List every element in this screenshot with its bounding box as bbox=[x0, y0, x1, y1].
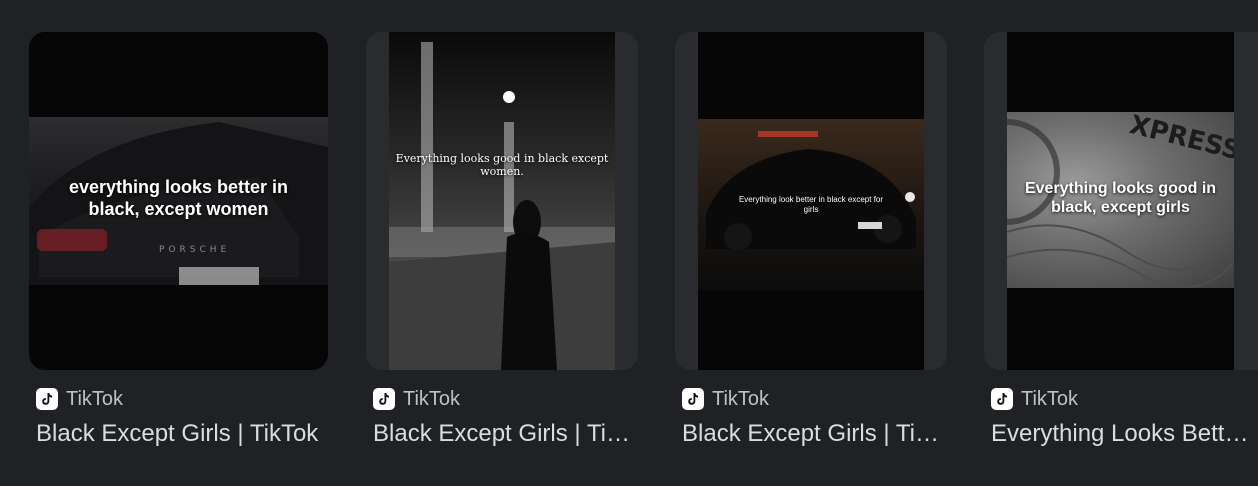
thumbnail-caption-3: Everything look better in black except f… bbox=[738, 195, 884, 214]
tiktok-icon bbox=[373, 388, 395, 410]
source-row-3: TikTok bbox=[682, 388, 769, 410]
source-row-1: TikTok bbox=[36, 388, 123, 410]
tiktok-icon bbox=[682, 388, 704, 410]
result-title-3[interactable]: Black Except Girls | TikTok bbox=[682, 420, 947, 448]
result-thumbnail-2[interactable]: Everything looks good in black except wo… bbox=[366, 32, 638, 370]
result-title-2[interactable]: Black Except Girls | TikTok bbox=[373, 420, 638, 448]
result-thumbnail-4[interactable]: XPRESS Everything looks good in black, e… bbox=[984, 32, 1258, 370]
result-thumbnail-1[interactable]: PORSCHE everything looks better in black… bbox=[29, 32, 328, 370]
thumbnail-caption-2: Everything looks good in black except wo… bbox=[395, 152, 609, 179]
thumbnail-caption-4: Everything looks good in black, except g… bbox=[1024, 180, 1217, 217]
source-name: TikTok bbox=[1021, 387, 1079, 410]
svg-text:PORSCHE: PORSCHE bbox=[159, 245, 230, 255]
thumbnail-caption-1: everything looks better in black, except… bbox=[68, 177, 289, 219]
result-card-4[interactable]: XPRESS Everything looks good in black, e… bbox=[984, 32, 1258, 447]
result-card-2[interactable]: Everything looks good in black except wo… bbox=[366, 32, 638, 447]
night-street-image bbox=[389, 32, 615, 370]
svg-text:XPRESS: XPRESS bbox=[1126, 112, 1234, 166]
result-title-1[interactable]: Black Except Girls | TikTok bbox=[36, 420, 328, 448]
tiktok-icon bbox=[991, 388, 1013, 410]
tiktok-icon bbox=[36, 388, 58, 410]
result-title-4[interactable]: Everything Looks Better In Black bbox=[991, 420, 1258, 448]
source-name: TikTok bbox=[66, 387, 124, 410]
source-row-4: TikTok bbox=[991, 388, 1078, 410]
result-card-1[interactable]: PORSCHE everything looks better in black… bbox=[29, 32, 328, 447]
source-name: TikTok bbox=[403, 387, 461, 410]
source-name: TikTok bbox=[712, 387, 770, 410]
result-card-3[interactable]: Everything look better in black except f… bbox=[675, 32, 947, 447]
result-thumbnail-3[interactable]: Everything look better in black except f… bbox=[675, 32, 947, 370]
source-row-2: TikTok bbox=[373, 388, 460, 410]
